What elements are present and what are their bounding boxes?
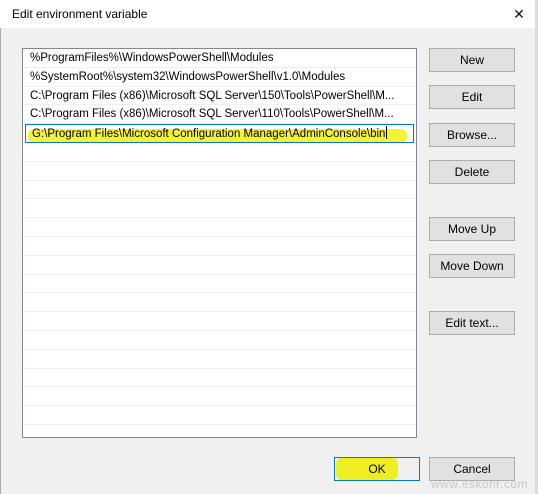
watermark: www.eskonr.com	[430, 477, 528, 491]
list-item[interactable]	[23, 293, 416, 313]
list-item[interactable]	[23, 275, 416, 294]
list-item-label: %ProgramFiles%\WindowsPowerShell\Modules	[30, 52, 274, 64]
ok-button[interactable]: OK	[334, 457, 420, 481]
edit-text-button[interactable]: Edit text...	[429, 311, 515, 335]
list-item-label: C:\Program Files (x86)\Microsoft SQL Ser…	[30, 108, 394, 121]
list-item[interactable]	[23, 350, 416, 369]
list-item[interactable]	[23, 181, 416, 200]
list-item[interactable]	[23, 369, 416, 388]
list-item[interactable]	[23, 406, 416, 425]
list-item[interactable]	[23, 199, 416, 219]
list-item[interactable]	[23, 162, 416, 181]
list-item-label: C:\Program Files (x86)\Microsoft SQL Ser…	[30, 89, 395, 102]
ok-button-label: OK	[368, 462, 386, 476]
delete-button[interactable]: Delete	[429, 160, 515, 184]
list-item[interactable]	[23, 331, 416, 350]
title-bar: Edit environment variable ✕	[0, 0, 538, 28]
edit-button[interactable]: Edit	[429, 85, 515, 109]
new-button[interactable]: New	[429, 48, 515, 72]
list-item[interactable]: C:\Program Files (x86)\Microsoft SQL Ser…	[23, 87, 416, 106]
list-item-label: %SystemRoot%\system32\WindowsPowerShell\…	[30, 70, 346, 83]
list-item[interactable]	[23, 143, 416, 162]
text-caret	[386, 126, 388, 140]
list-item[interactable]: %SystemRoot%\system32\WindowsPowerShell\…	[23, 68, 416, 87]
move-down-button[interactable]: Move Down	[429, 254, 515, 278]
close-icon[interactable]: ✕	[510, 5, 528, 23]
list-item[interactable]	[23, 237, 416, 256]
list-item[interactable]: C:\Program Files (x86)\Microsoft SQL Ser…	[23, 105, 416, 125]
list-item-edit-field[interactable]: G:\Program Files\Microsoft Configuration…	[25, 124, 414, 143]
browse-button[interactable]: Browse...	[429, 123, 515, 147]
list-item[interactable]	[23, 387, 416, 407]
list-item[interactable]: %ProgramFiles%\WindowsPowerShell\Modules	[23, 49, 416, 68]
move-up-button[interactable]: Move Up	[429, 217, 515, 241]
window-title: Edit environment variable	[12, 7, 148, 21]
list-item[interactable]	[23, 218, 416, 237]
list-item-label: G:\Program Files\Microsoft Configuration…	[32, 128, 386, 141]
list-item[interactable]	[23, 312, 416, 331]
list-item[interactable]	[23, 256, 416, 275]
path-list[interactable]: %ProgramFiles%\WindowsPowerShell\Modules…	[22, 48, 417, 438]
